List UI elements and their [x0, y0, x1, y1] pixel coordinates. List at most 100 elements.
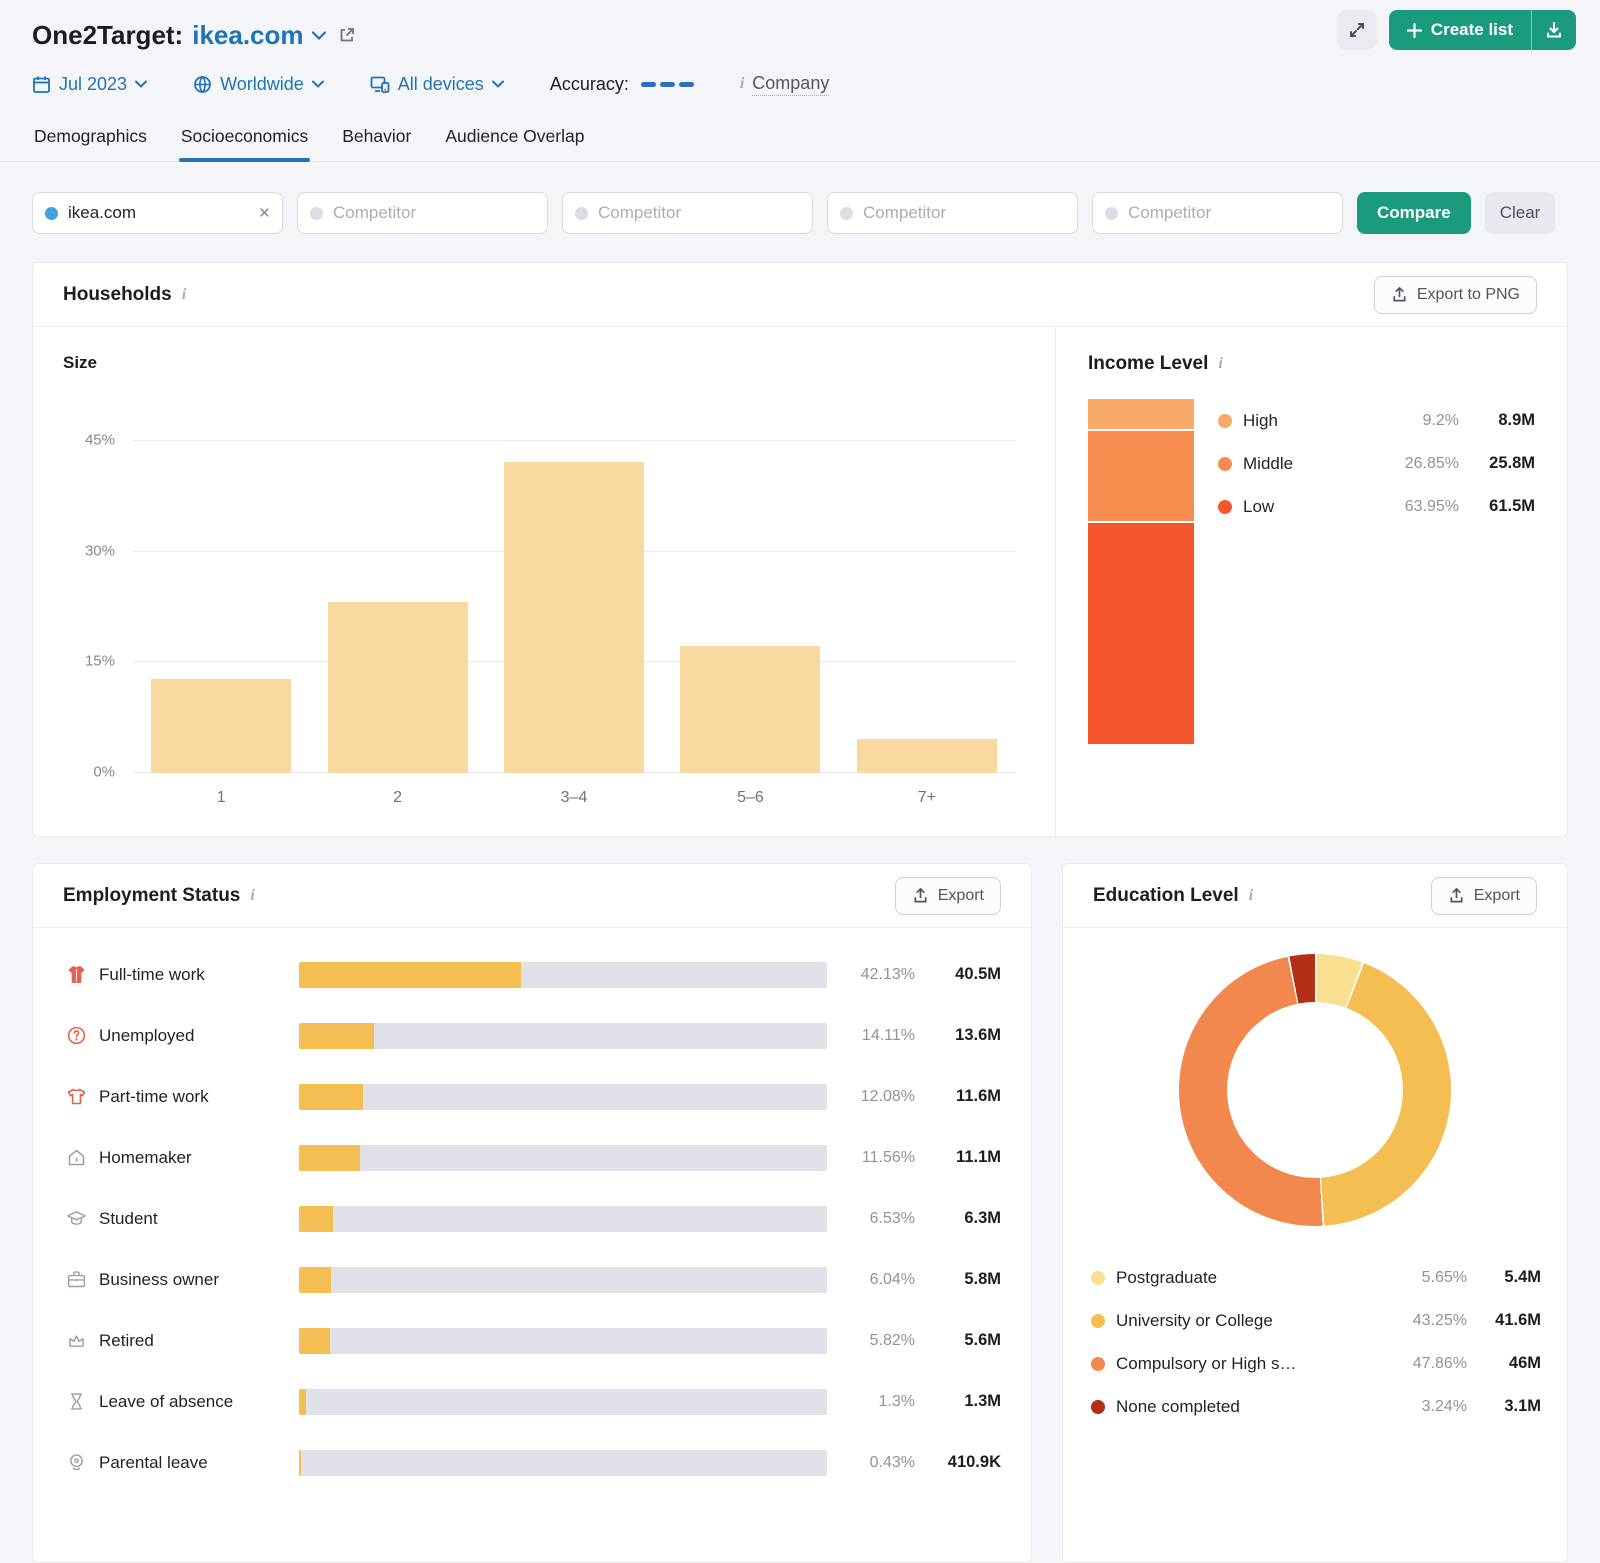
- income-segment-middle[interactable]: [1088, 430, 1194, 524]
- accuracy-indicator: Accuracy:: [550, 74, 694, 95]
- audience-type-selector[interactable]: i Company: [740, 73, 830, 96]
- households-title: Households: [63, 283, 172, 305]
- region-filter[interactable]: Worldwide: [193, 74, 324, 95]
- clear-button[interactable]: Clear: [1484, 192, 1556, 234]
- household-size-panel: Size 45% 30% 15% 0% 1 2 3–4 5–6 7+: [33, 327, 1055, 836]
- education-legend-row: Postgraduate 5.65% 5.4M: [1091, 1256, 1541, 1299]
- target-domain[interactable]: ikea.com: [192, 20, 303, 51]
- x-tick: 2: [393, 789, 403, 806]
- employment-rows: Full-time work 42.13% 40.5M Unemployed 1…: [33, 928, 1031, 1493]
- globe-icon: [194, 75, 211, 93]
- competitor-field-2[interactable]: [598, 203, 819, 223]
- households-card: Households i Export to PNG Size 45% 30% …: [32, 262, 1568, 837]
- graduation-cap-icon: [63, 1208, 89, 1229]
- expand-icon[interactable]: [1336, 10, 1377, 50]
- education-donut[interactable]: [1179, 954, 1451, 1226]
- y-tick: 0%: [93, 763, 115, 781]
- employment-title: Employment Status: [63, 884, 241, 906]
- accuracy-meter: [640, 81, 694, 87]
- size-bar-7plus[interactable]: [856, 739, 997, 773]
- selected-domain-chip[interactable]: ikea.com ×: [32, 192, 283, 234]
- info-icon[interactable]: i: [1249, 887, 1253, 905]
- close-icon[interactable]: ×: [259, 204, 270, 223]
- crown-icon: [63, 1330, 89, 1351]
- competitor-input-1[interactable]: [297, 192, 554, 234]
- export-button[interactable]: Export: [1430, 876, 1537, 915]
- size-bar-5-6[interactable]: [680, 646, 821, 773]
- size-bar-3-4[interactable]: [504, 462, 645, 773]
- export-button[interactable]: Export: [894, 876, 1001, 915]
- legend-dot-university: [1091, 1313, 1105, 1328]
- legend-dot-postgraduate: [1091, 1270, 1105, 1285]
- hourglass-icon: [63, 1391, 89, 1412]
- domain-color-dot: [45, 206, 58, 220]
- income-stacked-bar: [1088, 399, 1194, 744]
- competitor-field-4[interactable]: [1128, 203, 1349, 223]
- legend-dot-middle: [1218, 456, 1232, 471]
- size-chart-title: Size: [63, 353, 98, 372]
- x-tick: 5–6: [737, 789, 764, 806]
- income-level-panel: Income Level i High 9.2% 8.9M Middle 26.…: [1055, 327, 1567, 836]
- devices-filter-label: All devices: [397, 73, 484, 94]
- audience-type-label[interactable]: Company: [752, 73, 830, 96]
- chevron-down-icon[interactable]: [311, 30, 326, 40]
- info-icon[interactable]: i: [250, 887, 254, 905]
- income-legend-row: Middle 26.85% 25.8M: [1218, 442, 1535, 485]
- external-link-icon[interactable]: [338, 26, 356, 44]
- legend-dot-compulsory: [1091, 1356, 1105, 1371]
- tab-demographics[interactable]: Demographics: [32, 120, 149, 161]
- employment-row: Part-time work 12.08% 11.6M: [33, 1066, 1031, 1127]
- y-tick: 30%: [84, 542, 115, 560]
- export-to-png-button[interactable]: Export to PNG: [1373, 275, 1537, 314]
- legend-dot-high: [1218, 413, 1232, 428]
- competitor-input-3[interactable]: [827, 192, 1084, 234]
- competitor-field-3[interactable]: [863, 203, 1084, 223]
- x-tick: 7+: [917, 789, 936, 806]
- competitor-color-dot: [1105, 206, 1118, 220]
- competitor-input-2[interactable]: [562, 192, 819, 234]
- info-icon[interactable]: i: [740, 75, 744, 93]
- education-legend-row: University or College 43.25% 41.6M: [1091, 1299, 1541, 1342]
- title-row: One2Target: ikea.com Create list: [32, 10, 1576, 56]
- page-title: One2Target:: [32, 19, 184, 50]
- education-legend-row: None completed 3.24% 3.1M: [1091, 1385, 1541, 1428]
- income-legend-row: High 9.2% 8.9M: [1218, 399, 1535, 442]
- competitor-color-dot: [310, 206, 323, 220]
- chevron-down-icon: [311, 80, 324, 88]
- create-list-split-button: Create list: [1388, 10, 1576, 50]
- info-icon[interactable]: i: [182, 286, 186, 304]
- households-card-header: Households i Export to PNG: [33, 263, 1567, 327]
- y-tick: 15%: [84, 652, 115, 670]
- tab-audience-overlap[interactable]: Audience Overlap: [443, 120, 586, 161]
- size-bar-1[interactable]: [151, 679, 292, 773]
- education-title: Education Level: [1093, 884, 1239, 906]
- employment-row: Student 6.53% 6.3M: [33, 1188, 1031, 1249]
- tab-socioeconomics[interactable]: Socioeconomics: [178, 120, 311, 162]
- competitor-color-dot: [575, 206, 588, 220]
- competitor-field-1[interactable]: [333, 203, 554, 223]
- report-tabs: Demographics Socioeconomics Behavior Aud…: [0, 120, 1600, 162]
- download-icon[interactable]: [1531, 10, 1576, 50]
- employment-row: Homemaker 11.56% 11.1M: [33, 1127, 1031, 1188]
- create-list-button[interactable]: Create list: [1389, 10, 1531, 50]
- date-filter[interactable]: Jul 2023: [32, 74, 148, 95]
- calendar-icon: [33, 76, 50, 93]
- income-segment-high[interactable]: [1088, 399, 1194, 431]
- chevron-down-icon: [135, 80, 148, 88]
- accuracy-label: Accuracy:: [549, 73, 629, 94]
- briefcase-icon: [63, 1269, 89, 1290]
- x-tick: 1: [216, 789, 226, 806]
- compare-button[interactable]: Compare: [1357, 192, 1471, 234]
- income-segment-low[interactable]: [1088, 523, 1194, 744]
- devices-filter[interactable]: All devices: [370, 74, 504, 95]
- tshirt-icon: [63, 1086, 89, 1107]
- legend-dot-none-completed: [1091, 1399, 1105, 1414]
- competitor-input-4[interactable]: [1092, 192, 1349, 234]
- export-icon: [1393, 287, 1406, 302]
- size-bar-2[interactable]: [327, 601, 468, 773]
- x-tick: 3–4: [560, 789, 588, 806]
- y-tick: 45%: [84, 431, 115, 449]
- tab-behavior[interactable]: Behavior: [340, 120, 413, 161]
- info-icon[interactable]: i: [1218, 355, 1222, 373]
- house-icon: [63, 1147, 89, 1168]
